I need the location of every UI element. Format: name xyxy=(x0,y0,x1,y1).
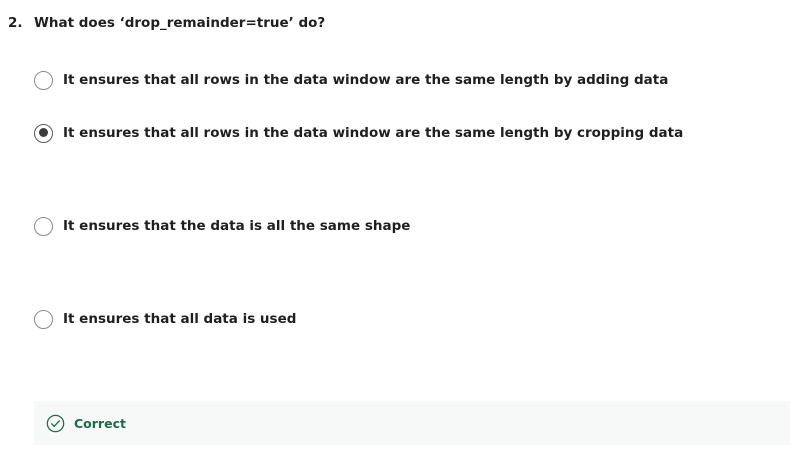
radio-button-selected[interactable] xyxy=(34,123,53,143)
answer-option-3[interactable]: It ensures that the data is all the same… xyxy=(34,216,410,236)
answer-option-1[interactable]: It ensures that all rows in the data win… xyxy=(34,70,668,90)
answer-option-label: It ensures that all data is used xyxy=(63,311,297,327)
feedback-label: Correct xyxy=(74,415,126,431)
radio-button-unselected[interactable] xyxy=(34,309,53,329)
feedback-banner: Correct xyxy=(34,401,790,445)
question-header: 2. What does ‘drop_remainder=true’ do? xyxy=(8,13,325,33)
radio-button-unselected[interactable] xyxy=(34,216,53,236)
answer-option-label: It ensures that all rows in the data win… xyxy=(63,72,669,88)
question-text: What does ‘drop_remainder=true’ do? xyxy=(34,15,326,31)
answer-option-4[interactable]: It ensures that all data is used xyxy=(34,309,296,329)
check-circle-icon xyxy=(46,414,65,432)
answer-option-label: It ensures that the data is all the same… xyxy=(63,218,411,234)
question-number: 2. xyxy=(8,15,23,31)
radio-button-unselected[interactable] xyxy=(34,70,53,90)
quiz-question-page: 2. What does ‘drop_remainder=true’ do? I… xyxy=(0,0,798,458)
answer-option-2[interactable]: It ensures that all rows in the data win… xyxy=(34,123,683,143)
answer-option-label: It ensures that all rows in the data win… xyxy=(63,125,684,141)
